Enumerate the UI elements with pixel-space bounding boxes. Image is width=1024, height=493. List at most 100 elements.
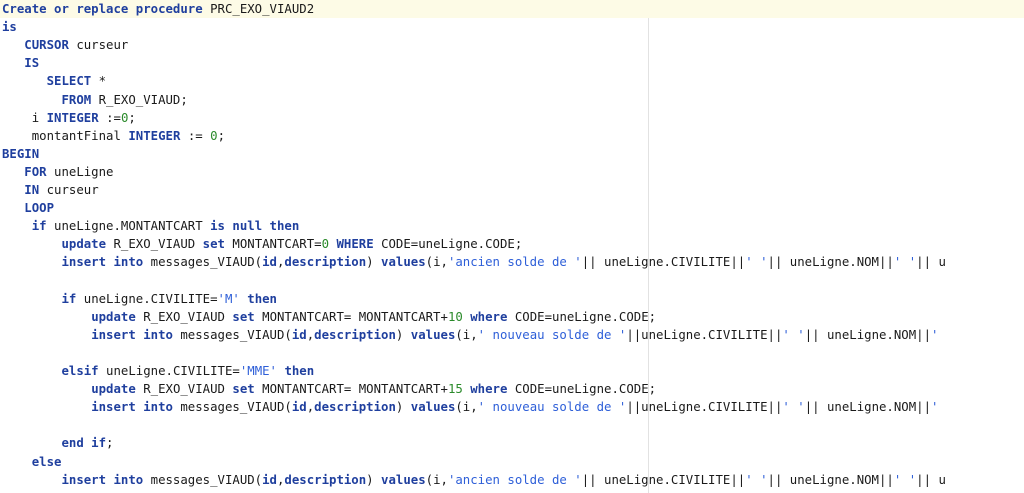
code-token: end if bbox=[61, 436, 107, 451]
code-line[interactable]: insert into messages_VIAUD(id,descriptio… bbox=[2, 471, 945, 489]
code-token: is bbox=[2, 20, 17, 35]
code-line[interactable]: end if; bbox=[2, 434, 113, 452]
code-token: uneLigne.CIVILITE= bbox=[76, 291, 218, 306]
code-line[interactable]: SELECT * bbox=[2, 72, 106, 90]
code-token: else bbox=[31, 454, 62, 469]
code-token: 0 bbox=[321, 237, 330, 252]
code-line[interactable]: else bbox=[2, 453, 62, 471]
code-token: messages_VIAUD( bbox=[143, 255, 263, 270]
code-token: description bbox=[284, 255, 367, 270]
code-token: (i, bbox=[425, 472, 448, 487]
code-line[interactable]: FROM R_EXO_VIAUD; bbox=[2, 91, 187, 109]
code-token: 'ancien solde de ' bbox=[447, 472, 582, 487]
code-token: R_EXO_VIAUD bbox=[135, 309, 233, 324]
code-line[interactable]: Create or replace procedure PRC_EXO_VIAU… bbox=[0, 0, 1024, 18]
code-token: set bbox=[232, 382, 255, 397]
code-token: * bbox=[91, 74, 107, 89]
code-line[interactable]: LOOP bbox=[2, 199, 54, 217]
code-token: MONTANTCART= MONTANTCART+ bbox=[254, 382, 448, 397]
code-editor[interactable]: Create or replace procedure PRC_EXO_VIAU… bbox=[0, 0, 1024, 493]
code-line[interactable]: CURSOR curseur bbox=[2, 36, 128, 54]
code-token: || uneLigne.NOM|| bbox=[767, 255, 894, 270]
code-token: WHERE bbox=[336, 237, 374, 252]
code-token: description bbox=[314, 400, 396, 415]
code-token: ' nouveau solde de ' bbox=[477, 327, 627, 342]
code-token: ) bbox=[366, 255, 382, 270]
code-token: 10 bbox=[447, 309, 463, 324]
code-token: elsif bbox=[61, 364, 99, 378]
code-token: ' ' bbox=[893, 472, 917, 487]
code-token: insert into bbox=[61, 255, 144, 270]
code-token: id bbox=[291, 400, 307, 415]
code-token: ' ' bbox=[782, 400, 805, 415]
code-line[interactable]: insert into messages_VIAUD(id,descriptio… bbox=[2, 253, 945, 271]
code-line[interactable]: i INTEGER :=0; bbox=[2, 109, 136, 127]
code-token: MONTANTCART= MONTANTCART+ bbox=[254, 309, 448, 324]
code-token: insert into bbox=[61, 472, 144, 487]
code-token: messages_VIAUD( bbox=[172, 400, 292, 415]
code-token: LOOP bbox=[24, 201, 55, 216]
code-line[interactable]: insert into messages_VIAUD(id,descriptio… bbox=[2, 326, 938, 344]
code-line[interactable]: montantFinal INTEGER := 0; bbox=[2, 127, 225, 145]
code-token: ' ' bbox=[745, 255, 768, 270]
code-line[interactable]: IN curseur bbox=[2, 181, 98, 199]
code-token: ' ' bbox=[893, 255, 917, 270]
code-token: (i, bbox=[455, 400, 478, 415]
code-token: id bbox=[262, 472, 277, 487]
code-token: 'MME' bbox=[239, 364, 277, 378]
code-line[interactable]: insert into messages_VIAUD(id,descriptio… bbox=[2, 398, 938, 416]
code-token: messages_VIAUD( bbox=[172, 327, 292, 342]
code-token: (i, bbox=[425, 255, 448, 270]
code-token: curseur bbox=[68, 38, 129, 53]
code-token: Create or replace procedure bbox=[2, 2, 203, 16]
code-token: || uneLigne.CIVILITE|| bbox=[581, 255, 746, 270]
code-token: values bbox=[381, 255, 426, 270]
code-token: id bbox=[291, 327, 307, 342]
code-token: messages_VIAUD( bbox=[143, 472, 263, 487]
code-line[interactable]: update R_EXO_VIAUD set MONTANTCART=0 WHE… bbox=[2, 235, 522, 253]
code-token: where bbox=[470, 309, 508, 324]
code-line[interactable]: BEGIN bbox=[2, 145, 39, 163]
code-line[interactable]: if uneLigne.MONTANTCART is null then bbox=[2, 217, 300, 235]
code-token: ' nouveau solde de ' bbox=[477, 400, 627, 415]
code-line[interactable]: FOR uneLigne bbox=[2, 163, 113, 181]
code-token: values bbox=[410, 327, 456, 342]
code-line[interactable]: if uneLigne.CIVILITE='M' then bbox=[2, 290, 277, 308]
code-token: ; bbox=[106, 436, 114, 451]
code-token: ||uneLigne.CIVILITE|| bbox=[626, 400, 783, 415]
code-line[interactable]: update R_EXO_VIAUD set MONTANTCART= MONT… bbox=[2, 308, 656, 326]
code-token: values bbox=[410, 400, 456, 415]
code-token: := bbox=[98, 110, 121, 125]
code-token: ' ' bbox=[745, 472, 768, 487]
code-line[interactable]: update R_EXO_VIAUD set MONTANTCART= MONT… bbox=[2, 380, 656, 398]
code-token: ; bbox=[128, 110, 136, 125]
code-token: FROM bbox=[61, 92, 92, 107]
code-line[interactable]: IS bbox=[2, 54, 39, 72]
code-token: description bbox=[284, 472, 367, 487]
code-token: CODE=uneLigne.CODE; bbox=[507, 382, 657, 397]
code-token: MONTANTCART= bbox=[224, 237, 322, 252]
code-token: PRC_EXO_VIAUD2 bbox=[202, 2, 315, 16]
code-token: id bbox=[262, 255, 277, 270]
code-token: update bbox=[61, 237, 107, 252]
code-token: if bbox=[61, 291, 77, 306]
code-token: set bbox=[202, 237, 225, 252]
code-token: IN bbox=[24, 183, 40, 197]
code-token: description bbox=[314, 327, 396, 342]
code-line[interactable]: elsif uneLigne.CIVILITE='MME' then bbox=[2, 362, 314, 380]
code-token: (i, bbox=[455, 327, 478, 342]
code-token: i bbox=[31, 110, 47, 125]
code-line[interactable]: is bbox=[2, 18, 17, 36]
